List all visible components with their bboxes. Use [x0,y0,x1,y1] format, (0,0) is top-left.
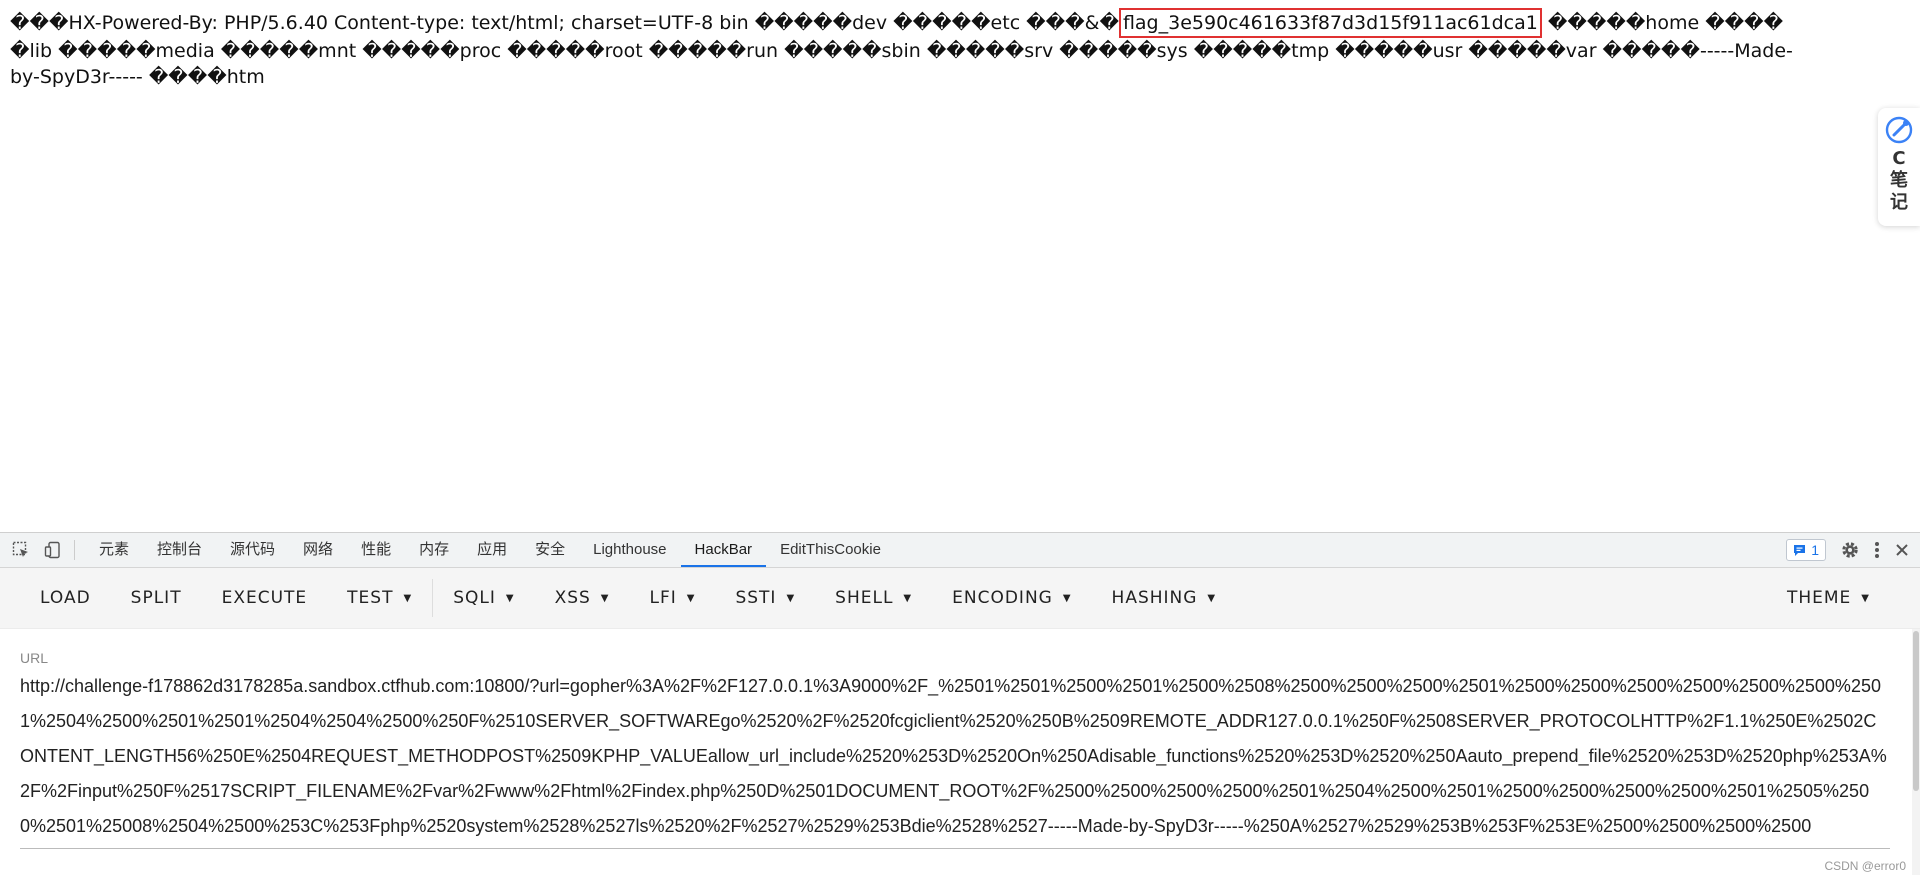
xss-dropdown[interactable]: XSS ▼ [535,568,630,628]
hashing-dropdown[interactable]: HASHING ▼ [1092,568,1237,628]
tab-network[interactable]: 网络 [289,533,347,567]
url-field-area: URL http://challenge-f178862d3178285a.sa… [20,649,1890,849]
load-button[interactable]: LOAD [20,568,111,628]
tab-security[interactable]: 安全 [521,533,579,567]
scrollbar-thumb[interactable] [1913,631,1919,791]
tab-application[interactable]: 应用 [463,533,521,567]
more-options-icon[interactable] [1874,541,1880,559]
hackbar-toolbar: LOAD SPLIT EXECUTE TEST ▼ SQLI ▼ XSS ▼ LFI ▼… [0,568,1920,629]
tab-hackbar[interactable]: HackBar [680,533,767,567]
device-toolbar-icon[interactable] [42,539,64,561]
caret-down-icon: ▼ [505,593,515,604]
tab-elements[interactable]: 元素 [85,533,143,567]
close-icon[interactable] [1894,542,1910,558]
url-input[interactable]: http://challenge-f178862d3178285a.sandbo… [20,669,1890,849]
tab-sources[interactable]: 源代码 [216,533,289,567]
flag-highlight-box: flag_3e590c461633f87d3d15f911ac61dca1 [1118,8,1542,38]
tab-performance[interactable]: 性能 [347,533,405,567]
watermark: CSDN @error0 [1824,859,1906,873]
tab-lighthouse[interactable]: Lighthouse [579,533,680,567]
caret-down-icon: ▼ [1062,593,1072,604]
caret-down-icon: ▼ [1207,593,1217,604]
caret-down-icon: ▼ [786,593,796,604]
messages-count: 1 [1811,542,1819,558]
tabbar-divider [74,540,75,560]
output-before-flag: ���HX-Powered-By: PHP/5.6.40 Content-typ… [10,12,1119,34]
message-icon [1794,544,1806,556]
caret-down-icon: ▼ [600,593,610,604]
caret-down-icon: ▼ [1861,593,1870,604]
tab-memory[interactable]: 内存 [405,533,463,567]
page-output-text: ���HX-Powered-By: PHP/5.6.40 Content-typ… [10,8,1800,90]
pen-bubble-icon [1885,116,1913,144]
devtools-tabbar: 元素 控制台 源代码 网络 性能 内存 应用 安全 Lighthouse Hac… [0,533,1920,568]
shell-dropdown[interactable]: SHELL ▼ [815,568,932,628]
caret-down-icon: ▼ [686,593,696,604]
caret-down-icon: ▼ [403,593,413,604]
tab-editthiscookie[interactable]: EditThisCookie [766,533,895,567]
devtools-right-controls: 1 [1786,533,1910,567]
encoding-dropdown[interactable]: ENCODING ▼ [932,568,1091,628]
execute-button[interactable]: EXECUTE [202,568,328,628]
tab-console[interactable]: 控制台 [143,533,216,567]
split-button[interactable]: SPLIT [111,568,202,628]
side-notes-widget[interactable]: C 笔 记 [1878,108,1920,226]
url-label: URL [20,650,49,666]
settings-gear-icon[interactable] [1840,540,1860,560]
messages-badge[interactable]: 1 [1786,539,1826,561]
devtools-panel: 元素 控制台 源代码 网络 性能 内存 应用 安全 Lighthouse Hac… [0,532,1920,877]
ssti-dropdown[interactable]: SSTI ▼ [715,568,815,628]
caret-down-icon: ▼ [903,593,913,604]
theme-dropdown[interactable]: THEME ▼ [1767,568,1890,628]
side-widget-label: C 笔 记 [1890,148,1908,213]
inspect-element-icon[interactable] [10,539,32,561]
sqli-dropdown[interactable]: SQLI ▼ [433,568,534,628]
lfi-dropdown[interactable]: LFI ▼ [630,568,716,628]
test-dropdown[interactable]: TEST ▼ [327,568,432,628]
